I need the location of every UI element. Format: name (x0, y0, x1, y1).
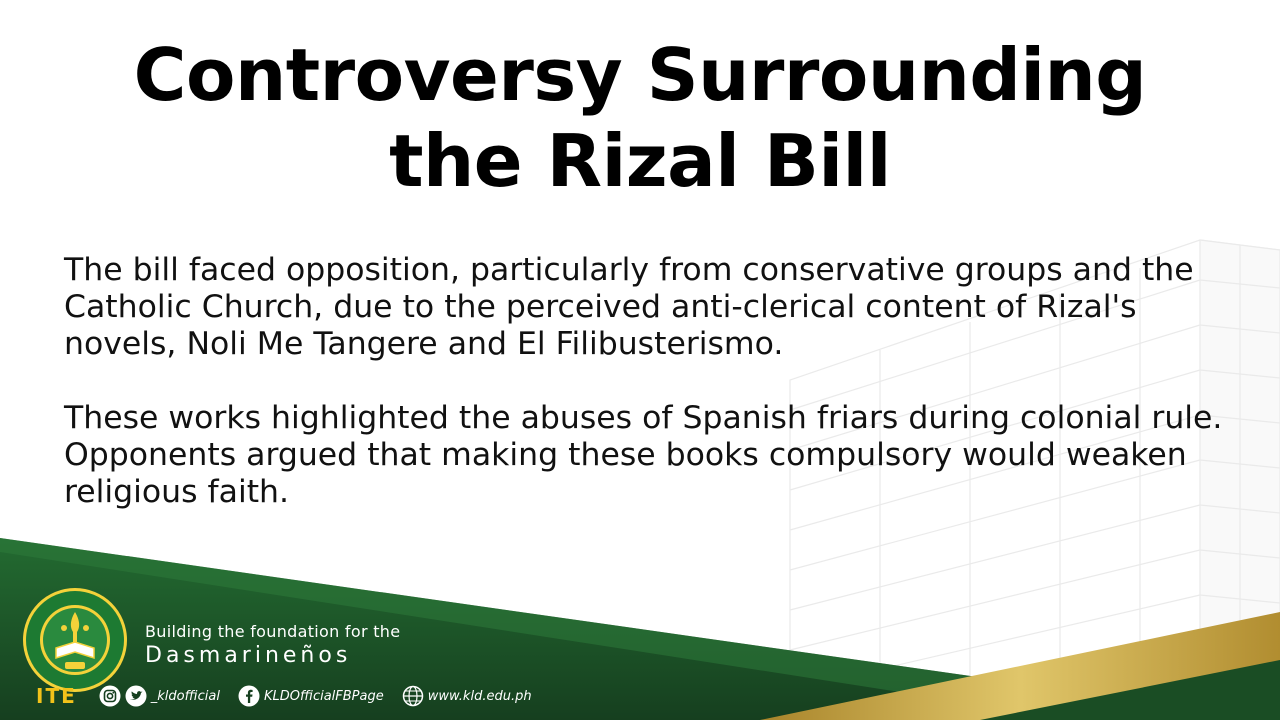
website-link[interactable]: www.kld.edu.ph (402, 685, 532, 707)
footer-contacts: ITE _kldofficial KLDOfficialFBPage www.k… (36, 683, 550, 709)
facebook-link[interactable]: KLDOfficialFBPage (238, 685, 384, 707)
body-paragraph-2: These works highlighted the abuses of Sp… (64, 400, 1223, 510)
instagram-twitter-link[interactable]: _kldofficial (99, 685, 220, 707)
title-line-1: Controversy Surrounding (133, 33, 1147, 117)
tagline: Building the foundation for the Dasmarin… (145, 622, 400, 670)
tagline-line-1: Building the foundation for the (145, 622, 401, 641)
title-line-2: the Rizal Bill (389, 119, 891, 203)
college-seal-logo (23, 588, 127, 692)
slide-title: Controversy Surrounding the Rizal Bill (0, 32, 1280, 204)
tagline-line-2: Dasmarineños (145, 643, 352, 668)
instagram-icon (99, 685, 121, 707)
ite-logo: ITE (36, 684, 77, 708)
website-url: www.kld.edu.ph (427, 688, 532, 704)
facebook-page-name: KLDOfficialFBPage (263, 688, 384, 704)
social-handle: _kldofficial (150, 688, 220, 704)
slide: Controversy Surrounding the Rizal Bill T… (0, 0, 1280, 720)
slide-body: The bill faced opposition, particularly … (64, 252, 1234, 548)
twitter-icon (125, 685, 147, 707)
globe-icon (402, 685, 423, 707)
facebook-icon (238, 685, 260, 707)
body-paragraph-1: The bill faced opposition, particularly … (64, 252, 1194, 362)
